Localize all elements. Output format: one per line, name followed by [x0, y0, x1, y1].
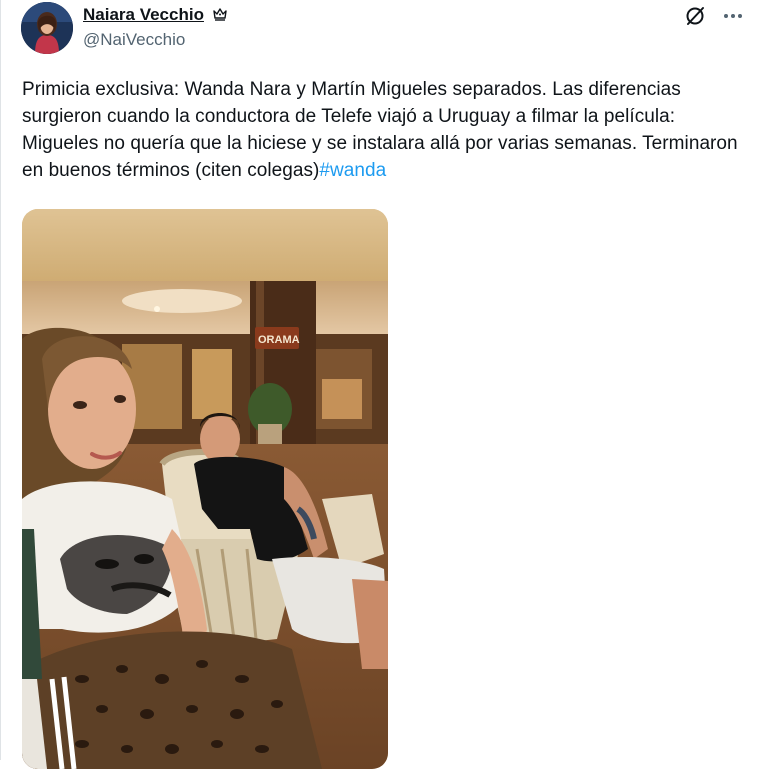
avatar[interactable] — [21, 2, 73, 54]
author-line: Naiara Vecchio — [83, 4, 228, 29]
tweet-media-photo[interactable]: ORAMA — [22, 209, 388, 769]
crown-icon — [212, 6, 228, 29]
avatar-image — [21, 2, 73, 54]
more-icon[interactable] — [721, 4, 745, 28]
author-handle[interactable]: @NaiVecchio — [83, 30, 185, 50]
hashtag-link[interactable]: #wanda — [319, 160, 386, 181]
photo-image: ORAMA — [22, 209, 388, 769]
tweet-header-actions — [683, 4, 745, 28]
author-display-name[interactable]: Naiara Vecchio — [83, 4, 204, 26]
photo-sign-text: ORAMA — [258, 334, 300, 346]
slash-circle-icon[interactable] — [683, 4, 707, 28]
timeline-border — [0, 0, 1, 760]
tweet-text: Primicia exclusiva: Wanda Nara y Martín … — [22, 76, 742, 184]
